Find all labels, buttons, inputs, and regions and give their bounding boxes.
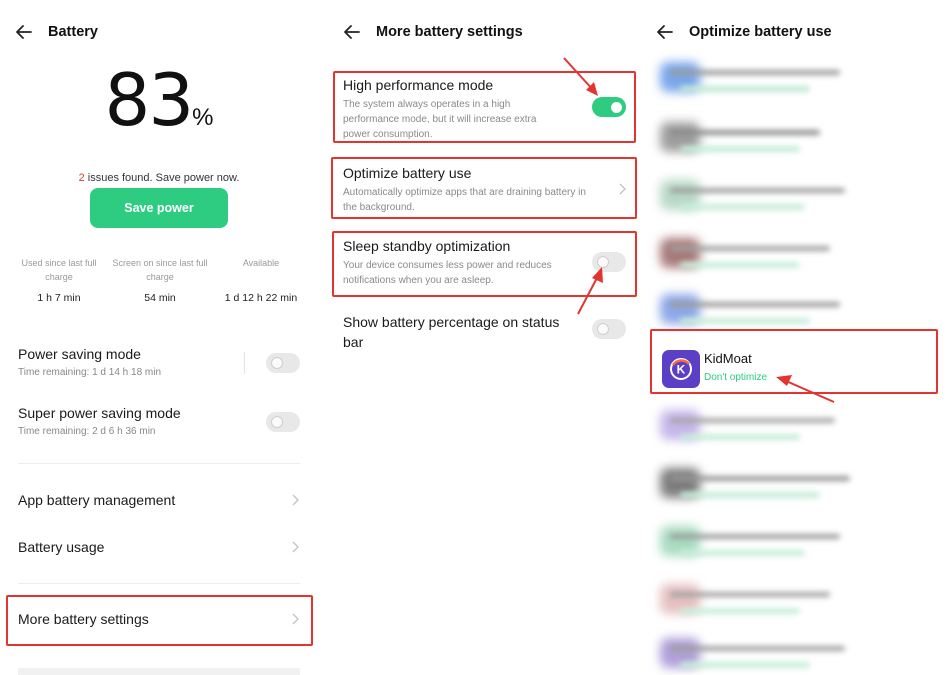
blurred-app-status [680,550,805,556]
back-arrow-icon[interactable] [342,22,362,42]
blurred-app-status [680,608,800,614]
issues-text: issues found. Save power now. [84,172,240,184]
blurred-app-row[interactable] [660,180,930,220]
stat-label: Screen on since last full charge [112,258,208,282]
app-battery-management-row[interactable]: App battery management [18,492,300,508]
blurred-app-row[interactable] [660,526,930,566]
battery-percent-sign: % [192,104,214,131]
battery-usage-row[interactable]: Battery usage [18,539,300,555]
stat-screen-on: Screen on since last full charge 54 min [111,256,209,304]
toggle-knob [597,323,609,335]
blurred-app-status [680,492,820,498]
battery-header: Battery [14,22,98,42]
blurred-app-status [680,86,810,92]
blurred-app-name [670,246,830,251]
page-title: More battery settings [376,24,523,40]
blurred-app-row[interactable] [660,294,930,334]
blurred-app-name [670,302,840,307]
blurred-app-name [670,592,830,597]
chevron-right-icon [292,541,299,553]
stat-value: 1 h 7 min [37,292,81,304]
blurred-app-row[interactable] [660,410,930,450]
pointer-arrow-high-performance [563,57,598,96]
blurred-app-name [670,646,845,651]
row-subtitle: Time remaining: 1 d 14 h 18 min [18,367,162,378]
row-title: Super power saving mode [18,405,181,421]
blurred-app-status [680,318,810,324]
show-percentage-toggle[interactable] [592,319,626,339]
pointer-arrow-sleep-standby [577,267,603,315]
blurred-app-row[interactable] [660,122,930,162]
battery-stats: Used since last full charge 1 h 7 min Sc… [10,256,310,304]
chevron-right-icon [292,494,299,506]
battery-percent-value: 83 [104,58,195,142]
stat-value: 1 d 12 h 22 min [224,292,298,304]
blurred-app-row[interactable] [660,584,930,624]
vertical-divider [244,352,245,374]
item-title: Show battery percentage on status bar [343,314,560,350]
divider [18,583,300,584]
optimize-battery-header: Optimize battery use [655,22,832,42]
highlight-box-more-settings [6,595,313,646]
save-power-button[interactable]: Save power [90,188,228,228]
row-title: Power saving mode [18,346,141,362]
toggle-knob [271,357,283,369]
stat-label: Used since last full charge [21,258,97,282]
blurred-app-name [670,534,840,539]
stat-used-since-charge: Used since last full charge 1 h 7 min [10,256,108,304]
super-power-saving-toggle[interactable] [266,412,300,432]
blurred-app-name [670,476,850,481]
stat-value: 54 min [144,292,176,304]
page-title: Battery [48,24,98,40]
blurred-app-name [670,70,840,75]
blurred-app-status [680,204,805,210]
back-arrow-icon[interactable] [655,22,675,42]
blurred-app-status [680,146,800,152]
power-saving-toggle[interactable] [266,353,300,373]
blurred-app-name [670,188,845,193]
stat-available: Available 1 d 12 h 22 min [212,256,310,304]
super-power-saving-row[interactable]: Super power saving mode Time remaining: … [18,405,300,437]
battery-screen: Battery 83% 2 issues found. Save power n… [0,0,318,675]
pointer-arrow-kidmoat [776,375,835,403]
row-title: Battery usage [18,539,105,555]
blurred-app-row[interactable] [660,238,930,278]
divider [18,463,300,464]
row-title: App battery management [18,492,176,508]
back-arrow-icon[interactable] [14,22,34,42]
blurred-app-row[interactable] [660,638,930,675]
more-settings-header: More battery settings [342,22,523,42]
highlight-box-optimize-battery [331,157,637,219]
row-subtitle: Time remaining: 2 d 6 h 36 min [18,426,156,437]
blurred-app-status [680,434,800,440]
blurred-app-name [670,418,835,423]
show-battery-percentage-row[interactable]: Show battery percentage on status bar [343,312,583,352]
blurred-app-row[interactable] [660,62,930,102]
blurred-app-status [680,262,800,268]
stat-label: Available [242,258,280,268]
power-saving-mode-row[interactable]: Power saving mode Time remaining: 1 d 14… [18,346,300,378]
blurred-app-row[interactable] [660,468,930,508]
blurred-app-status [680,662,810,668]
battery-percentage: 83% [0,58,318,142]
bottom-card-edge [18,668,300,675]
toggle-knob [271,416,283,428]
blurred-app-name [670,130,820,135]
page-title: Optimize battery use [689,24,832,40]
issues-message: 2 issues found. Save power now. [0,172,318,184]
